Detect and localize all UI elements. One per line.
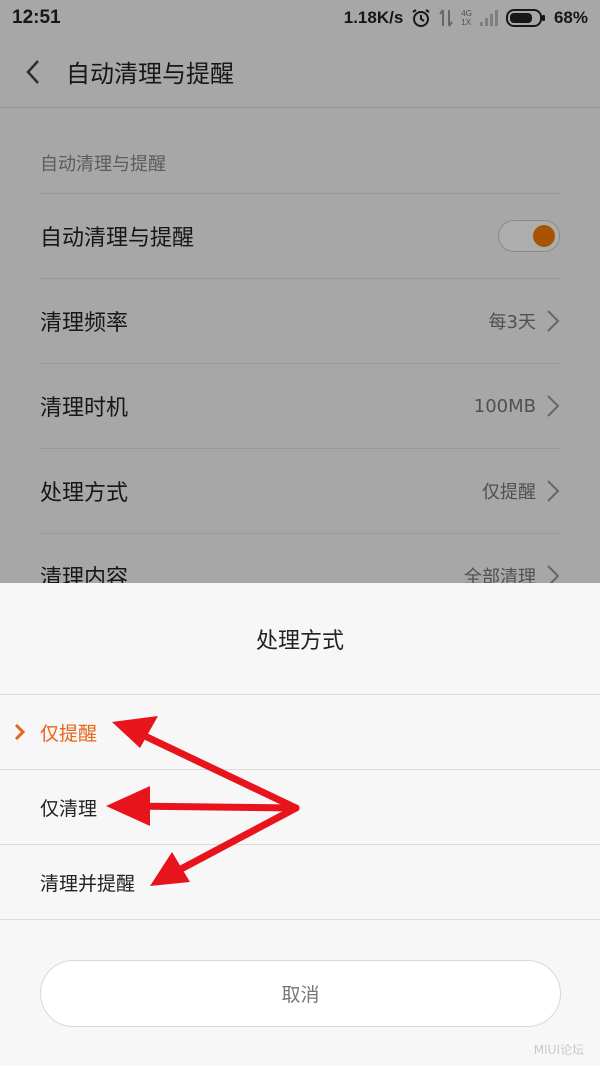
selected-chevron-icon [14, 723, 26, 741]
option-label: 仅清理 [40, 797, 98, 820]
option-clean-only[interactable]: 仅清理 [0, 770, 600, 845]
cancel-button[interactable]: 取消 [40, 960, 561, 1027]
option-label: 清理并提醒 [40, 872, 136, 895]
modal-backdrop[interactable] [0, 0, 600, 583]
option-remind-only[interactable]: 仅提醒 [0, 695, 600, 770]
option-label: 仅提醒 [40, 722, 98, 745]
option-clean-and-remind[interactable]: 清理并提醒 [0, 845, 600, 920]
watermark: MIUI论坛 [533, 1043, 584, 1057]
sheet-title: 处理方式 [0, 583, 600, 695]
bottom-sheet: 处理方式 仅提醒 仅清理 清理并提醒 取消 [0, 583, 600, 1066]
